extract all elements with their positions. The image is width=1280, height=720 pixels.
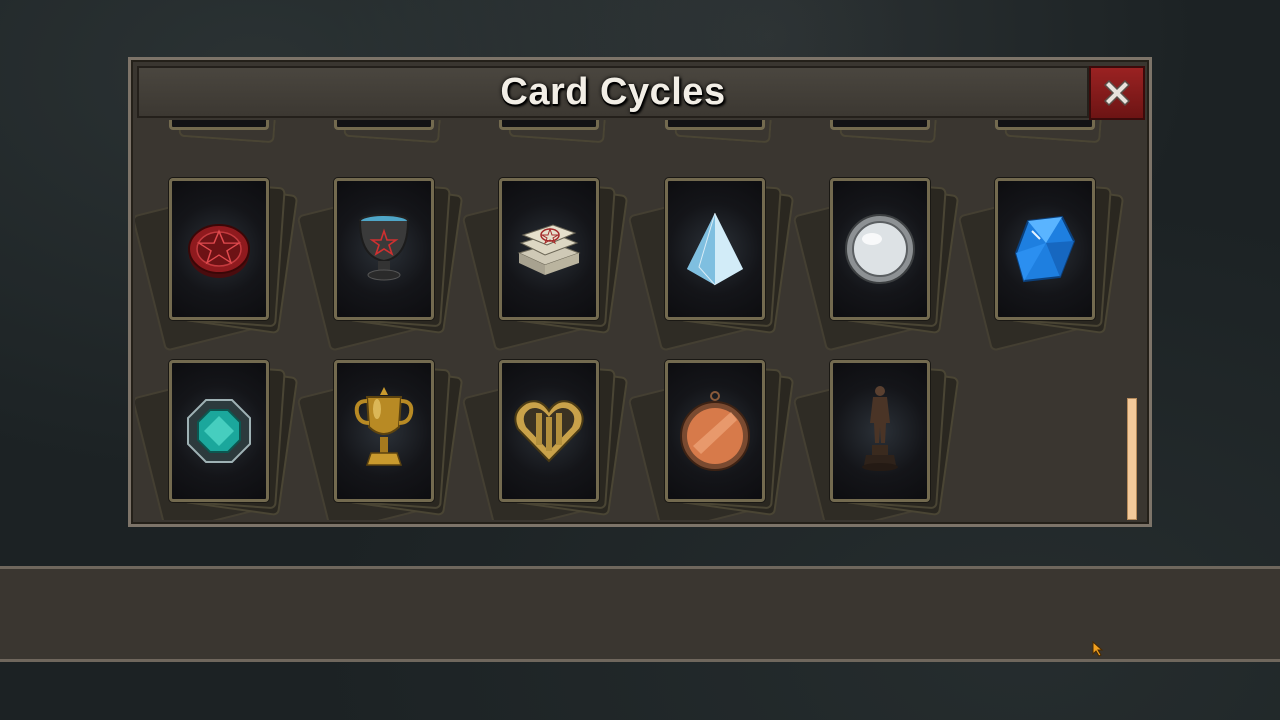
card-stack-silver-mirror[interactable] <box>792 178 960 352</box>
dialog-title: Card Cycles <box>500 70 726 113</box>
card-front <box>499 178 599 320</box>
card-front <box>665 178 765 320</box>
card-front <box>830 178 930 320</box>
card-stack-pentagram-seal[interactable] <box>135 178 299 352</box>
card-front <box>169 360 269 502</box>
card-stack-pentagram-cauldron[interactable] <box>296 178 464 352</box>
card-stack-copper-medal[interactable] <box>627 360 795 520</box>
card-stack-blue-gem[interactable] <box>957 178 1125 352</box>
dialog-header: Card Cycles <box>137 66 1089 118</box>
close-x-icon <box>1099 75 1135 111</box>
card-front <box>830 360 930 502</box>
card-cycles-dialog: Card Cycles <box>128 57 1152 527</box>
card-front <box>995 178 1095 320</box>
pentagram-cauldron-icon <box>354 209 414 289</box>
pentagram-seal-icon <box>184 214 254 284</box>
close-button[interactable] <box>1089 66 1145 120</box>
bottom-info-bar <box>0 566 1280 662</box>
card-grid <box>135 120 1135 520</box>
blue-gem-icon <box>1010 213 1080 285</box>
golden-trophy-icon <box>353 385 415 477</box>
card-front <box>499 360 599 502</box>
card-stack-bronze-statue[interactable] <box>792 360 960 520</box>
card-front <box>665 360 765 502</box>
mouse-cursor-icon <box>1092 640 1104 661</box>
pentagram-papers-icon <box>513 213 585 285</box>
card-stack-crystal-pyramid[interactable] <box>627 178 795 352</box>
copper-medal-icon <box>679 390 751 472</box>
bronze-statue-icon <box>860 383 900 479</box>
card-stack-golden-trophy[interactable] <box>296 360 464 520</box>
card-front <box>169 178 269 320</box>
card-stack-pentagram-papers[interactable] <box>461 178 629 352</box>
card-front <box>334 178 434 320</box>
card-stack-metal-heart[interactable] <box>461 360 629 520</box>
silver-mirror-icon <box>842 211 918 287</box>
card-front <box>334 360 434 502</box>
metal-heart-icon <box>512 397 586 465</box>
octagon-emerald-icon <box>184 396 254 466</box>
scrollbar-thumb[interactable] <box>1127 398 1137 520</box>
card-stack-octagon-emerald[interactable] <box>135 360 299 520</box>
crystal-pyramid-icon <box>683 209 747 289</box>
